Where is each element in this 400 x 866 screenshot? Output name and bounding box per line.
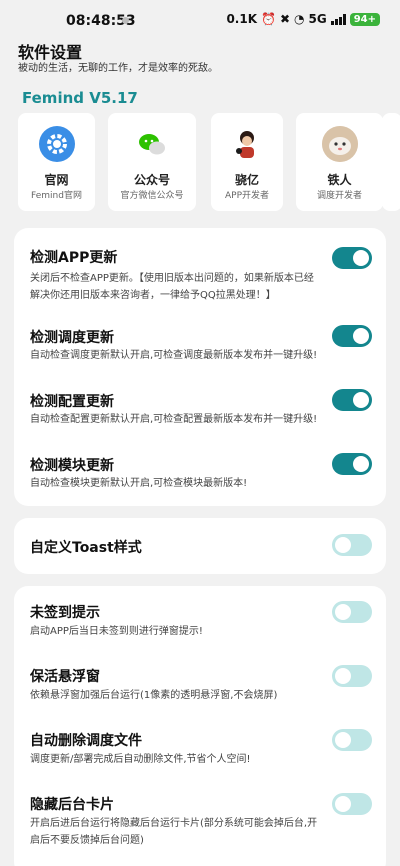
setting-custom-toast: 自定义Toast样式 (30, 534, 372, 559)
card-developer-tieren[interactable]: 铁人 调度开发者 (296, 113, 383, 211)
battery-icon: 94+ (349, 12, 380, 26)
setting-desc: 调度更新/部署完成后自动删除文件,节省个人空间! (30, 754, 251, 765)
page-subtitle: 被动的生活，无聊的工作，才是效率的死敌。 (18, 63, 218, 74)
toggle-check-config-update[interactable] (332, 389, 372, 411)
setting-desc: 自动检查调度更新默认开启,可检查调度最新版本发布并一键升级! (30, 350, 318, 361)
setting-desc: 启动APP后当日未签到则进行弹窗提示! (30, 626, 203, 637)
update-settings-panel: 检测APP更新 关闭后不检查APP更新。【使用旧版本出问题的，如果新版本已经解决… (14, 228, 386, 506)
setting-check-module-update: 检测模块更新 自动检查模块更新默认开启,可检查模块最新版本! (30, 453, 372, 495)
card-desc: Femind官网 (31, 191, 82, 201)
network-type: 5G (308, 12, 327, 26)
card-name: 骁亿 (234, 173, 259, 187)
toggle-keepalive-floating-window[interactable] (332, 665, 372, 687)
card-name: 官网 (44, 173, 69, 187)
setting-title: 隐藏后台卡片 (30, 797, 114, 813)
setting-title: 检测APP更新 (30, 250, 118, 266)
toggle-hide-background-card[interactable] (332, 793, 372, 815)
alarm-icon: ⏰ (261, 12, 276, 26)
card-desc: 调度开发者 (316, 191, 362, 201)
setting-desc: 开启后进后台运行将隐藏后台运行卡片(部分系统可能会掉后台,开启后不要反馈掉后台问… (30, 818, 318, 846)
app-version: Femind V5.17 (22, 89, 138, 107)
setting-title: 检测模块更新 (30, 458, 114, 474)
setting-title: 自定义Toast样式 (30, 540, 142, 556)
avatar-icon (229, 126, 265, 162)
toggle-custom-toast[interactable] (332, 534, 372, 556)
setting-check-schedule-update: 检测调度更新 自动检查调度更新默认开启,可检查调度最新版本发布并一键升级! (30, 325, 372, 367)
toggle-auto-delete-schedule-files[interactable] (332, 729, 372, 751)
toast-settings-panel: 自定义Toast样式 (14, 518, 386, 574)
setting-title: 自动删除调度文件 (30, 733, 142, 749)
toggle-check-schedule-update[interactable] (332, 325, 372, 347)
status-indicators: 0.1K ⏰ ✖ ◔ 5G 94+ (226, 12, 380, 26)
setting-hide-background-card: 隐藏后台卡片 开启后进后台运行将隐藏后台运行卡片(部分系统可能会掉后台,开启后不… (30, 793, 372, 854)
card-desc: 官方微信公众号 (120, 191, 184, 201)
setting-keepalive-floating-window: 保活悬浮窗 依赖悬浮窗加强后台运行(1像素的透明悬浮窗,不会烧屏) (30, 665, 372, 706)
card-wechat[interactable]: 公众号 官方微信公众号 (108, 113, 196, 211)
card-name: 铁人 (327, 173, 352, 187)
notification-dot-icon (122, 17, 129, 24)
card-official-site[interactable]: 官网 Femind官网 (18, 113, 95, 211)
setting-title: 未签到提示 (30, 605, 100, 621)
setting-title: 检测配置更新 (30, 394, 114, 410)
card-developer-xiaoyi[interactable]: 骁亿 APP开发者 (211, 113, 283, 211)
setting-not-signed-reminder: 未签到提示 启动APP后当日未签到则进行弹窗提示! (30, 601, 372, 642)
setting-desc: 关闭后不检查APP更新。【使用旧版本出问题的，如果新版本已经解决你还用旧版本来咨… (30, 273, 314, 301)
other-settings-panel: 未签到提示 启动APP后当日未签到则进行弹窗提示! 保活悬浮窗 依赖悬浮窗加强后… (14, 586, 386, 866)
mute-icon: ✖ (279, 12, 291, 26)
setting-title: 保活悬浮窗 (30, 669, 100, 685)
toggle-check-module-update[interactable] (332, 453, 372, 475)
signal-icon (330, 13, 346, 25)
toggle-check-app-update[interactable] (332, 247, 372, 269)
setting-check-app-update: 检测APP更新 关闭后不检查APP更新。【使用旧版本出问题的，如果新版本已经解决… (30, 247, 372, 307)
net-speed: 0.1K (226, 12, 257, 26)
setting-auto-delete-schedule-files: 自动删除调度文件 调度更新/部署完成后自动删除文件,节省个人空间! (30, 729, 372, 770)
card-partial[interactable] (382, 113, 400, 211)
card-name: 公众号 (133, 173, 170, 187)
card-desc: APP开发者 (224, 191, 269, 201)
avatar-icon (321, 126, 358, 162)
wechat-icon (134, 126, 170, 162)
wifi-icon: ◔ (294, 12, 305, 26)
status-bar: 08:48:53 0.1K ⏰ ✖ ◔ 5G 94+ (0, 0, 400, 40)
link-cards: 官网 Femind官网 公众号 官方微信公众号 骁亿 APP开发者 铁人 调度开… (18, 113, 400, 211)
gear-icon (38, 126, 75, 162)
setting-check-config-update: 检测配置更新 自动检查配置更新默认开启,可检查配置最新版本发布并一键升级! (30, 389, 372, 431)
setting-desc: 依赖悬浮窗加强后台运行(1像素的透明悬浮窗,不会烧屏) (30, 690, 278, 701)
setting-title: 检测调度更新 (30, 330, 114, 346)
setting-desc: 自动检查配置更新默认开启,可检查配置最新版本发布并一键升级! (30, 414, 318, 425)
setting-desc: 自动检查模块更新默认开启,可检查模块最新版本! (30, 478, 248, 489)
toggle-not-signed-reminder[interactable] (332, 601, 372, 623)
